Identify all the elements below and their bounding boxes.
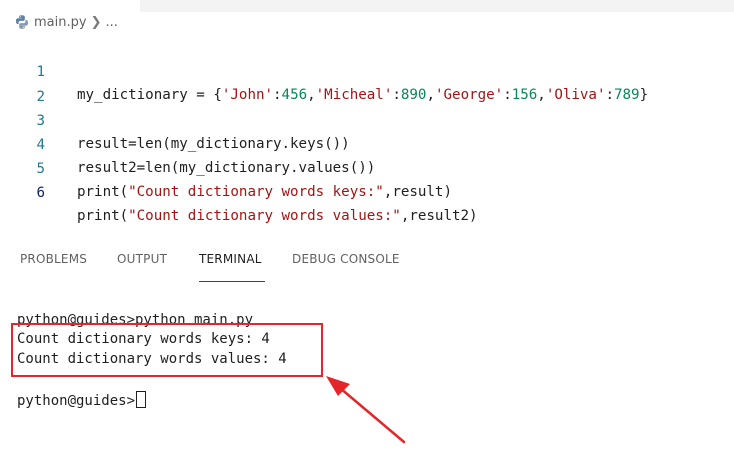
breadcrumb-file[interactable]: main.py (34, 15, 87, 30)
number-literal: 156 (511, 87, 538, 103)
code-line: 5 print("Count dictionary words keys:",r… (0, 135, 452, 200)
code-text: print("Count dictionary words values:",r… (77, 208, 478, 224)
tab-terminal[interactable]: TERMINAL (199, 252, 262, 266)
string-literal: "Count dictionary words values:" (128, 208, 401, 224)
code-text: result2=len(my_dictionary.values()) (77, 160, 376, 176)
code-text: result=len(my_dictionary.keys()) (77, 136, 350, 152)
chevron-right-icon: ❯ (90, 14, 102, 30)
active-tab-indicator (199, 281, 265, 282)
number-literal: 789 (614, 87, 640, 103)
code-line: 2 (0, 63, 45, 105)
code-text: print("Count dictionary words keys:",res… (77, 184, 452, 200)
code-line: 1 my_dictionary = {'John':456,'Micheal':… (0, 38, 648, 103)
code-line: 4 result2=len(my_dictionary.values()) (0, 111, 375, 176)
annotation-arrow-icon (326, 376, 406, 444)
code-line: 6 print("Count dictionary words values:"… (0, 159, 477, 224)
string-literal: 'Oliva' (545, 87, 606, 103)
tab-strip-background (140, 0, 734, 12)
breadcrumb-ellipsis[interactable]: ... (105, 15, 117, 30)
code-text: my_dictionary = {'John':456,'Micheal':89… (77, 87, 649, 103)
string-literal: "Count dictionary words keys:" (128, 184, 384, 200)
code-line: 3 result=len(my_dictionary.keys()) (0, 87, 349, 152)
terminal-prompt: python@guides> (17, 393, 136, 409)
tab-problems[interactable]: PROBLEMS (20, 252, 87, 266)
number-literal: 456 (281, 87, 308, 103)
string-literal: 'Micheal' (315, 87, 393, 103)
panel-tab-bar: PROBLEMS OUTPUT TERMINAL DEBUG CONSOLE (0, 244, 734, 282)
tab-output[interactable]: OUTPUT (117, 252, 167, 266)
breadcrumb: main.py ❯ ... (14, 10, 118, 34)
string-literal: 'George' (435, 87, 504, 103)
code-editor[interactable]: 1 my_dictionary = {'John':456,'Micheal':… (0, 38, 734, 224)
python-icon (16, 15, 28, 29)
string-literal: 'John' (221, 87, 274, 103)
terminal-cursor (136, 391, 147, 408)
terminal-prompt-line: python@guides> (17, 391, 147, 410)
line-number: 6 (36, 185, 45, 201)
number-literal: 890 (400, 87, 427, 103)
tab-debug-console[interactable]: DEBUG CONSOLE (292, 252, 400, 266)
output-highlight-box (11, 323, 323, 377)
